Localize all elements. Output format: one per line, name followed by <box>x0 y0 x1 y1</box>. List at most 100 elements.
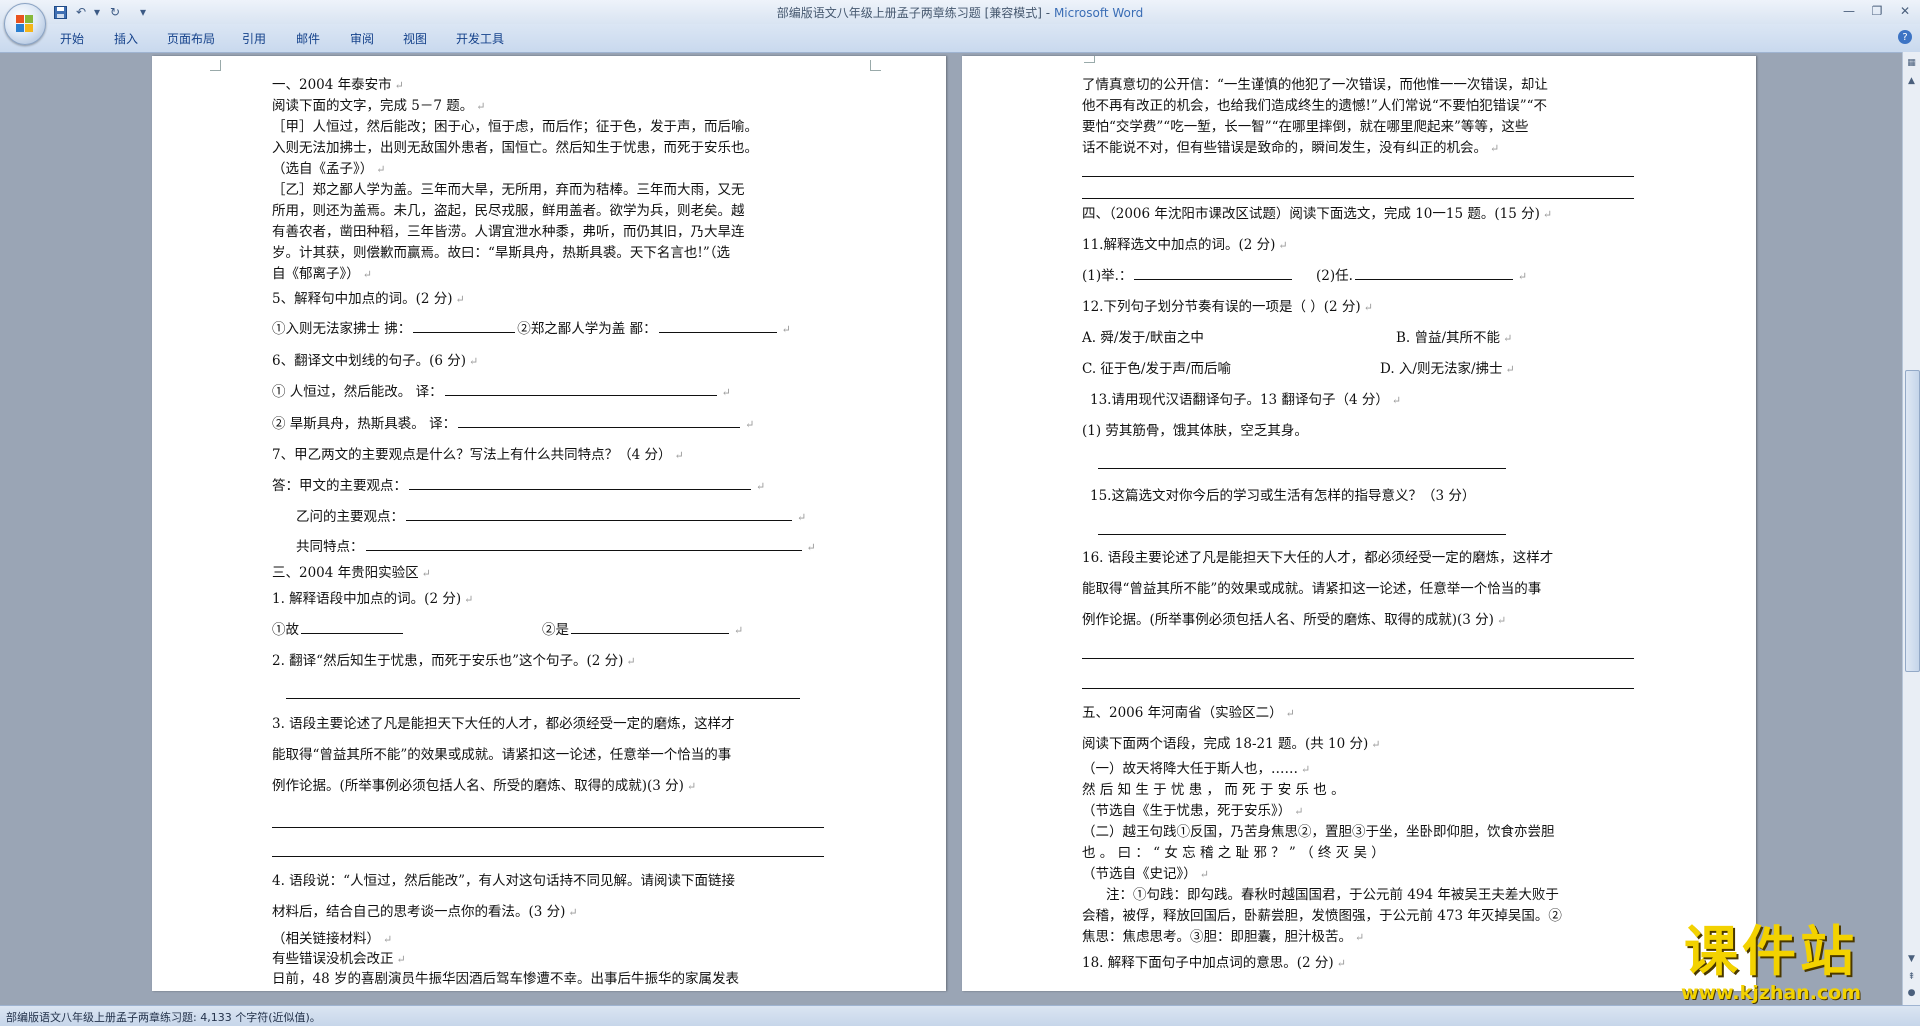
answer-line: 答：甲文的主要观点： ↵ <box>272 478 766 494</box>
question-line: 材料后，结合自己的思考谈一点你的看法。(3 分) ↵ <box>272 904 578 920</box>
question-line: 能取得“曾益其所不能”的效果或成就。请紧扣这一论述，任意举一个恰当的事 <box>1082 581 1542 597</box>
tab-page-layout[interactable]: 页面布局 <box>167 30 215 47</box>
question-line: 例作论据。(所举事例必须包括人名、所受的磨炼、取得的成就)(3 分) ↵ <box>272 778 697 794</box>
question-line: 3. 语段主要论述了凡是能担天下大任的人才，都必须经受一定的磨炼，这样才 <box>272 716 735 732</box>
previous-page-icon[interactable]: ⇞ <box>1905 970 1918 984</box>
tab-references[interactable]: 引用 <box>242 30 266 47</box>
answer-blank-line[interactable] <box>1082 688 1634 689</box>
option-line: A. 舜/发于/畎亩之中 <box>1082 330 1204 346</box>
close-button[interactable]: ✕ <box>1892 1 1918 21</box>
option-line: C. 征于色/发于声/而后喻 <box>1082 361 1232 377</box>
paragraph-line: （相关链接材料） ↵ <box>272 931 393 947</box>
answer-line: 乙问的主要观点： ↵ <box>296 509 807 525</box>
app-name: Microsoft Word <box>1053 6 1144 20</box>
tab-mailings[interactable]: 邮件 <box>296 30 320 47</box>
restore-button[interactable]: ❐ <box>1864 1 1890 21</box>
help-icon[interactable]: ? <box>1898 30 1912 44</box>
option-line: B. 曾益/其所不能 ↵ <box>1396 330 1513 346</box>
paragraph-line: 岁。计其获，则偿歉而赢焉。故曰：“旱斯具舟，热斯具裘。天下名言也!”（选 <box>272 245 730 261</box>
title-bar: ↶ ▾ ↻ ▾ 部编版语文八年级上册孟子两章练习题 [兼容模式] - Micro… <box>0 0 1920 25</box>
question-line: 例作论据。(所举事例必须包括人名、所受的磨炼、取得的成就)(3 分) ↵ <box>1082 612 1507 628</box>
paragraph-line: 他不再有改正的机会，也给我们造成终生的遗憾!”人们常说“不要怕犯错误”“不 <box>1082 98 1548 114</box>
tab-insert[interactable]: 插入 <box>114 30 138 47</box>
answer-blank-line[interactable] <box>272 856 824 857</box>
answer-line: ①入则无法家拂士 拂： ②郑之鄙人学为盖 鄙： ↵ <box>272 321 791 337</box>
document-page-left[interactable]: 一、2004 年泰安市 ↵ 阅读下面的文字，完成 5－7 题。 ↵ ［甲］人恒过，然… <box>152 56 946 991</box>
paragraph-line: （选自《孟子》） ↵ <box>272 161 386 177</box>
answer-line: (2)任. ↵ <box>1316 268 1528 284</box>
answer-line: (1) 劳其筋骨，饿其体肤，空乏其身。 <box>1082 423 1308 439</box>
minimize-button[interactable]: — <box>1836 1 1862 21</box>
paragraph-line: （一）故天将降大任于斯人也，…… ↵ <box>1082 761 1311 777</box>
tab-home[interactable]: 开始 <box>60 30 84 47</box>
paragraph-line: 话不能说不对，但有些错误是致命的，瞬间发生，没有纠正的机会。 ↵ <box>1082 140 1500 156</box>
section-heading: 四、（2006 年沈阳市课改区试题）阅读下面选文，完成 10一15 题。(15 … <box>1082 206 1553 222</box>
paragraph-line: 有善农者，凿田种稻，三年皆涝。人谓宜泄水种黍，弗听，而仍其旧，乃大旱连 <box>272 224 745 240</box>
watermark-title: 课件站 <box>1684 920 1858 983</box>
margin-corner-mark <box>210 60 221 71</box>
question-line: 4. 语段说：“人恒过，然后能改”，有人对这句话持不同见解。请阅读下面链接 <box>272 873 735 889</box>
tab-view[interactable]: 视图 <box>403 30 427 47</box>
answer-blank-line[interactable] <box>1098 468 1506 469</box>
paragraph-line: 入则无法加拂士，出则无敌国外患者，国恒亡。然后知生于忧患，而死于安乐也。 <box>272 140 758 156</box>
ribbon-tab-bar: 开始 插入 页面布局 引用 邮件 审阅 视图 开发工具 ? <box>0 24 1920 53</box>
answer-line: ② 旱斯具舟，热斯具裘。 译： ↵ <box>272 416 755 432</box>
section-heading: 三、2004 年贵阳实验区 ↵ <box>272 565 431 581</box>
paragraph-line: 自《郁离子》） ↵ <box>272 266 372 282</box>
margin-corner-mark <box>870 60 881 71</box>
paragraph-line: 阅读下面两个语段，完成 18-21 题。(共 10 分) ↵ <box>1082 736 1381 752</box>
document-title: 部编版语文八年级上册孟子两章练习题 [兼容模式] <box>776 6 1042 20</box>
question-line: 7、甲乙两文的主要观点是什么？写法上有什么共同特点？（4 分） ↵ <box>272 447 684 463</box>
question-line: 11.解释选文中加点的词。(2 分) ↵ <box>1082 237 1288 253</box>
paragraph-line: 然 后 知 生 于 忧 患 ， 而 死 于 安 乐 也 。 <box>1082 782 1345 798</box>
answer-blank-line[interactable] <box>1098 534 1506 535</box>
answer-blank-line[interactable] <box>1082 198 1634 199</box>
scroll-up-icon[interactable]: ▲ <box>1905 74 1918 88</box>
office-button[interactable] <box>4 3 46 45</box>
question-line: 6、翻译文中划线的句子。(6 分) ↵ <box>272 353 479 369</box>
question-line: 18. 解释下面句子中加点词的意思。(2 分) ↵ <box>1082 955 1346 971</box>
paragraph-line: 日前，48 岁的喜剧演员牛振华因酒后驾车惨遭不幸。出事后牛振华的家属发表 <box>272 971 739 987</box>
question-line: 1. 解释语段中加点的词。(2 分) ↵ <box>272 591 474 607</box>
paragraph-line: 阅读下面的文字，完成 5－7 题。 ↵ <box>272 98 486 114</box>
answer-line: ①故 <box>272 621 405 639</box>
section-heading: 一、2004 年泰安市 ↵ <box>272 77 404 93</box>
vertical-scrollbar[interactable]: ▦ ▲ ▼ ⇞ ● <box>1902 52 1920 1007</box>
watermark-url: www.kjzhan.com <box>1680 982 1862 1004</box>
tab-review[interactable]: 审阅 <box>350 30 374 47</box>
question-line: 16. 语段主要论述了凡是能担天下大任的人才，都必须经受一定的磨炼，这样才 <box>1082 550 1554 566</box>
scroll-down-icon[interactable]: ▼ <box>1905 952 1918 966</box>
paragraph-line: 会稽，被俘，释放回国后，卧薪尝胆，发愤图强，于公元前 473 年灭掉吴国。② <box>1082 908 1562 924</box>
paragraph-line: ［乙］郑之鄙人学为盖。三年而大旱，无所用，弃而为秸棒。三年而大雨，又无 <box>272 182 745 198</box>
paragraph-line: （节选自《史记》） ↵ <box>1082 866 1209 882</box>
paragraph-line: （二）越王句践①反国，乃苦身焦思②，置胆③于坐，坐卧即仰胆，饮食亦尝胆 <box>1082 824 1555 840</box>
paragraph-line: （节选自《生于忧患，死于安乐》） ↵ <box>1082 803 1304 819</box>
answer-blank-line[interactable] <box>1082 658 1634 659</box>
margin-corner-mark <box>1084 56 1095 63</box>
window-title: 部编版语文八年级上册孟子两章练习题 [兼容模式] - Microsoft Wor… <box>776 6 1144 20</box>
question-line: 2. 翻译“然后知生于忧患，而死于安乐也”这个句子。(2 分) ↵ <box>272 653 636 669</box>
option-line: D. 入/则无法家/拂士 ↵ <box>1380 361 1515 377</box>
tab-developer[interactable]: 开发工具 <box>456 30 504 47</box>
status-bar: 部编版语文八年级上册孟子两章练习题: 4,133 个字符(近似值)。 <box>0 1005 1920 1026</box>
document-page-right[interactable]: 了情真意切的公开信：“一生谨慎的他犯了一次错误，而他惟一一次错误，却让 他不再有… <box>962 56 1756 991</box>
answer-line: ②是 ↵ <box>542 622 744 638</box>
question-line: 15.这篇选文对你今后的学习或生活有怎样的指导意义？（3 分） <box>1090 488 1476 504</box>
paragraph-line: 焦思：焦虑思考。③胆：即胆囊，胆汁极苦。 ↵ <box>1082 929 1365 945</box>
paragraph-line: 注：①句践：即勾践。春秋时越国国君，于公元前 494 年被吴王夫差大败于 <box>1106 887 1559 903</box>
question-line: 5、解释句中加点的词。(2 分) ↵ <box>272 291 465 307</box>
answer-blank-line[interactable] <box>286 698 800 699</box>
status-text: 部编版语文八年级上册孟子两章练习题: 4,133 个字符(近似值)。 <box>6 1011 321 1024</box>
answer-line: ① 人恒过，然后能改。 译： ↵ <box>272 384 731 400</box>
ruler-toggle-icon[interactable]: ▦ <box>1905 56 1918 70</box>
select-browse-object-icon[interactable]: ● <box>1905 986 1918 1000</box>
answer-blank-line[interactable] <box>272 827 824 828</box>
question-line: 13.请用现代汉语翻译句子。13 翻译句子（4 分） ↵ <box>1090 392 1402 408</box>
section-heading: 五、2006 年河南省（实验区二） ↵ <box>1082 705 1295 721</box>
site-watermark: 课件站 www.kjzhan.com <box>1640 922 1902 1006</box>
answer-line: (1)举.： <box>1082 267 1294 285</box>
answer-line: 共同特点： ↵ <box>296 539 816 555</box>
paragraph-line: 要怕“交学费”“吃一堑，长一智”“在哪里摔倒，就在哪里爬起来”等等，这些 <box>1082 119 1529 135</box>
scroll-thumb[interactable] <box>1905 370 1920 672</box>
answer-blank-line[interactable] <box>1082 176 1634 177</box>
